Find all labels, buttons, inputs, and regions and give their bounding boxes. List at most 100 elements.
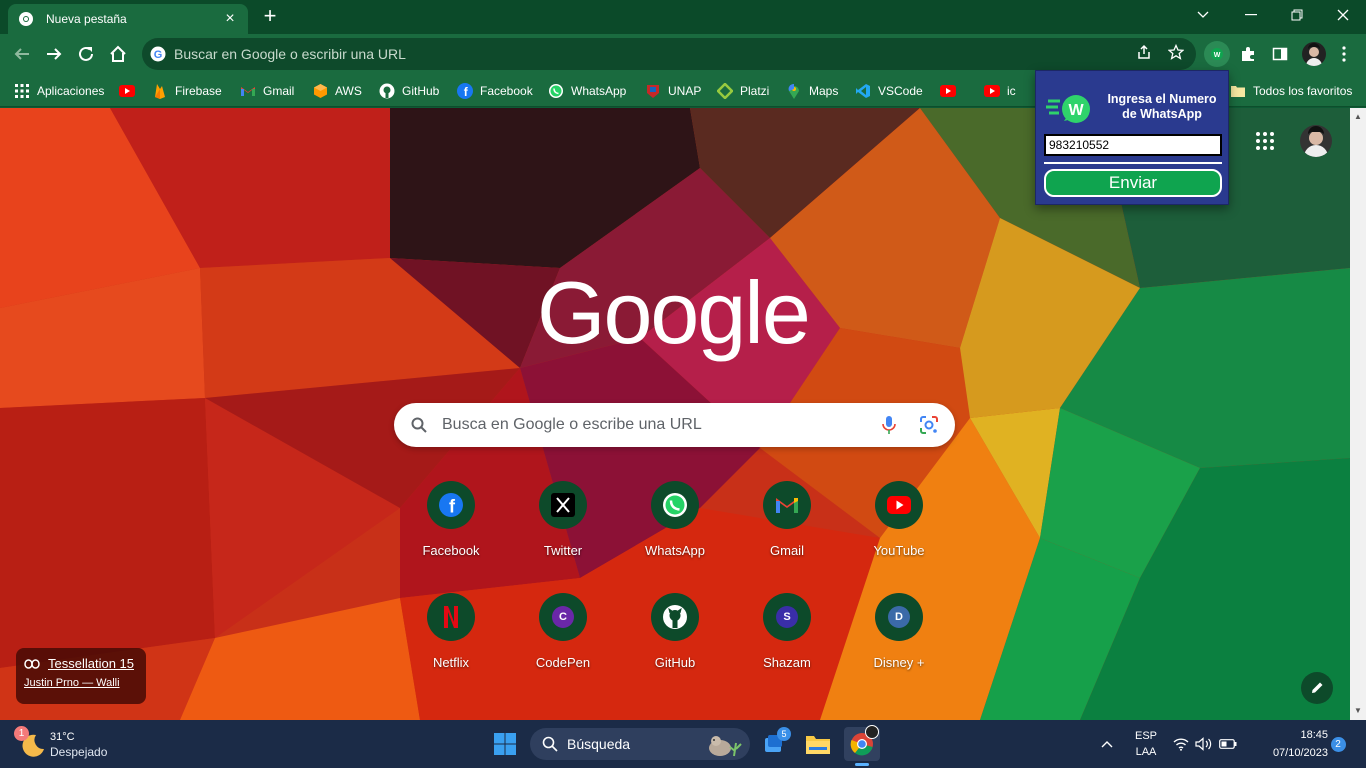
- gmail-icon: [763, 481, 811, 529]
- chrome-app[interactable]: [844, 725, 880, 766]
- reload-icon: [79, 46, 93, 61]
- bookmark-firebase[interactable]: Firebase: [152, 81, 222, 101]
- forward-button[interactable]: [42, 42, 66, 66]
- reload-button[interactable]: [74, 42, 98, 66]
- shortcut-label: Disney +: [873, 655, 925, 670]
- restore-icon[interactable]: [1274, 0, 1320, 30]
- shortcut-letter: C: [552, 606, 574, 628]
- start-button[interactable]: [487, 727, 523, 761]
- bookmark-label: Facebook: [480, 84, 533, 98]
- bookmark-youtube[interactable]: [119, 81, 142, 101]
- ntp-search-box[interactable]: [394, 403, 955, 447]
- send-button[interactable]: Enviar: [1044, 169, 1222, 197]
- shortcut-netflix[interactable]: Netflix: [395, 593, 507, 701]
- tray-overflow-chevron-icon[interactable]: [1096, 720, 1118, 768]
- customize-chrome-button[interactable]: [1301, 672, 1333, 704]
- google-apps-icon[interactable]: [1256, 132, 1278, 154]
- home-button[interactable]: [106, 42, 130, 66]
- bookmark-youtube-2[interactable]: [940, 81, 963, 101]
- tab-search-chevron-icon[interactable]: [1180, 0, 1226, 30]
- weather-condition: Despejado: [50, 745, 108, 759]
- folder-icon: [1230, 83, 1246, 99]
- phone-number-input[interactable]: [1044, 134, 1222, 156]
- bookmark-star-icon[interactable]: [1166, 42, 1186, 62]
- weather-badge: 1: [14, 726, 29, 741]
- shortcut-twitter[interactable]: Twitter: [507, 481, 619, 589]
- popup-divider: [1044, 162, 1222, 164]
- page-scrollbar[interactable]: ▲ ▼: [1350, 108, 1366, 720]
- shortcut-facebook[interactable]: f Facebook: [395, 481, 507, 589]
- background-attribution[interactable]: Tessellation 15 Justin Prno — Walli: [16, 648, 146, 704]
- shortcut-letter: D: [888, 606, 910, 628]
- shortcut-label: GitHub: [654, 655, 696, 670]
- more-vert-icon[interactable]: [1334, 44, 1354, 64]
- bookmark-facebook[interactable]: f Facebook: [457, 81, 533, 101]
- back-button[interactable]: [10, 42, 34, 66]
- scroll-down-icon[interactable]: ▼: [1354, 706, 1362, 715]
- quick-settings[interactable]: [1172, 720, 1238, 768]
- ntp-account-avatar[interactable]: [1300, 125, 1332, 157]
- bookmark-platzi[interactable]: Platzi: [717, 81, 769, 101]
- language-indicator[interactable]: ESP LAA: [1130, 720, 1162, 768]
- notifications-button[interactable]: 2: [1330, 720, 1346, 768]
- bookmark-label: AWS: [335, 84, 362, 98]
- bookmark-aplicaciones[interactable]: Aplicaciones: [14, 81, 104, 101]
- side-panel-icon[interactable]: [1270, 44, 1290, 64]
- scroll-up-icon[interactable]: ▲: [1354, 112, 1362, 121]
- minimize-icon[interactable]: [1228, 0, 1274, 30]
- tab-close-icon[interactable]: ×: [222, 10, 238, 27]
- weather-widget[interactable]: 31°C Despejado: [18, 728, 107, 762]
- arrow-right-icon: [47, 48, 62, 60]
- bookmark-whatsapp[interactable]: WhatsApp: [548, 81, 626, 101]
- shortcut-github[interactable]: GitHub: [619, 593, 731, 701]
- pencil-icon: [1312, 682, 1323, 693]
- search-highlight-illustration-icon: [709, 736, 742, 757]
- share-icon[interactable]: [1134, 42, 1154, 62]
- tab-new-tab[interactable]: Nueva pestaña ×: [8, 4, 248, 34]
- bookmark-vscode[interactable]: VSCode: [855, 81, 923, 101]
- search-icon: [542, 736, 558, 752]
- ntp-search-input[interactable]: [442, 416, 881, 434]
- widgets-badge: 5: [777, 727, 791, 741]
- file-explorer-app[interactable]: [800, 727, 836, 761]
- google-g-icon: G: [150, 46, 166, 62]
- shortcut-gmail[interactable]: Gmail: [731, 481, 843, 589]
- attribution-author[interactable]: Justin Prno — Walli: [24, 677, 138, 689]
- windows-taskbar: 31°C Despejado 1 Búsqueda 5 ESP LAA 18:4…: [0, 720, 1366, 768]
- bookmark-all-favorites[interactable]: Todos los favoritos: [1230, 81, 1352, 101]
- bookmark-unap[interactable]: UNAP: [645, 81, 701, 101]
- bookmark-label: Platzi: [740, 84, 770, 98]
- github-icon: [651, 593, 699, 641]
- omnibox[interactable]: G: [142, 38, 1196, 70]
- attribution-title[interactable]: Tessellation 15: [48, 656, 134, 671]
- microphone-icon[interactable]: [881, 415, 897, 435]
- whatsapp-extension-button[interactable]: W: [1204, 41, 1230, 67]
- shortcut-label: WhatsApp: [645, 543, 705, 558]
- aws-icon: [312, 83, 328, 99]
- shortcut-whatsapp[interactable]: WhatsApp: [619, 481, 731, 589]
- new-tab-button[interactable]: +: [258, 5, 282, 29]
- chrome-icon: [19, 12, 33, 26]
- bookmark-label: Aplicaciones: [37, 84, 105, 98]
- shortcut-shazam[interactable]: S Shazam: [731, 593, 843, 701]
- bookmark-github[interactable]: GitHub: [379, 81, 439, 101]
- bookmark-gmail[interactable]: Gmail: [240, 81, 294, 101]
- shortcut-codepen[interactable]: C CodePen: [507, 593, 619, 701]
- shortcut-disney-plus[interactable]: D Disney +: [843, 593, 955, 701]
- clock-date: 07/10/2023: [1272, 747, 1328, 759]
- tab-title: Nueva pestaña: [46, 12, 127, 26]
- widgets-app[interactable]: 5: [756, 727, 792, 761]
- bookmark-maps[interactable]: Maps: [786, 81, 838, 101]
- shortcut-youtube[interactable]: YouTube: [843, 481, 955, 589]
- bookmark-aws[interactable]: AWS: [312, 81, 362, 101]
- omnibox-input[interactable]: [174, 46, 1074, 62]
- close-window-icon[interactable]: [1320, 0, 1366, 30]
- bookmark-ic[interactable]: ic: [984, 81, 1016, 101]
- letter-d-icon: D: [875, 593, 923, 641]
- whatsapp-extension-popup: W Ingresa el Numero de WhatsApp Enviar: [1035, 70, 1229, 205]
- taskbar-search[interactable]: Búsqueda: [530, 728, 750, 760]
- google-lens-icon[interactable]: [919, 415, 939, 435]
- profile-avatar[interactable]: [1302, 42, 1326, 66]
- clock[interactable]: 18:45 07/10/2023: [1250, 720, 1328, 768]
- extensions-puzzle-icon[interactable]: [1238, 44, 1258, 64]
